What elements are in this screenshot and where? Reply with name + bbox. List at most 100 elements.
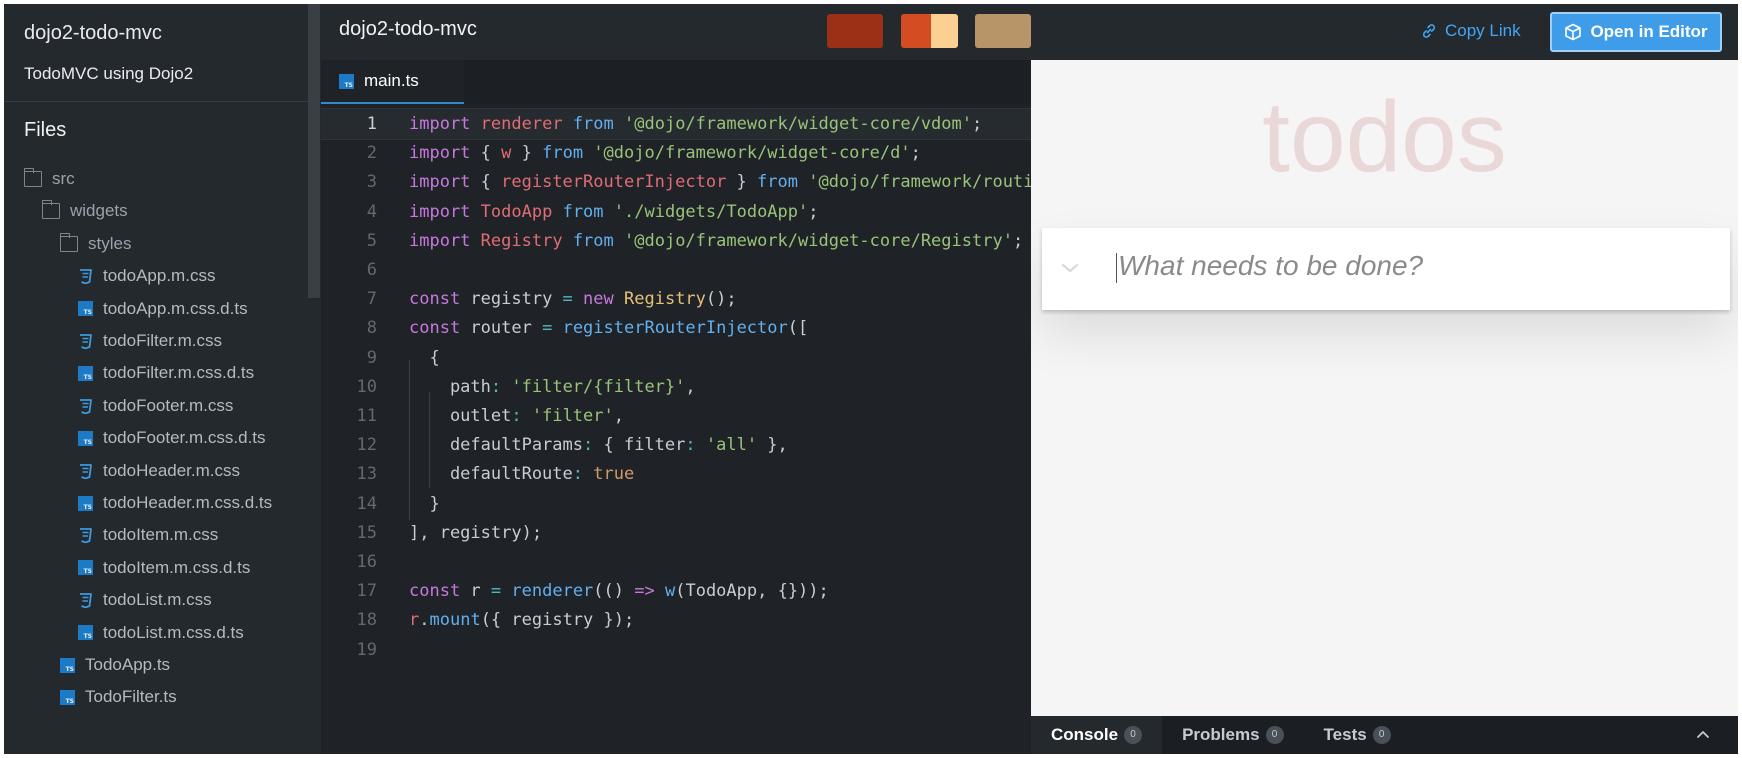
code-line[interactable]: 13 defaultRoute: true bbox=[321, 458, 1031, 490]
code-line[interactable]: 14 } bbox=[321, 488, 1031, 520]
tree-item-label: todoList.m.css.d.ts bbox=[103, 622, 244, 642]
open-in-editor-label: Open in Editor bbox=[1590, 22, 1708, 41]
code-line[interactable]: 15], registry); bbox=[321, 517, 1031, 549]
tab-tests-label: Tests bbox=[1323, 725, 1367, 744]
tree-item-label: todoFilter.m.css.d.ts bbox=[103, 363, 255, 383]
code-token: from bbox=[542, 143, 584, 164]
file-item[interactable]: todoApp.m.css.d.ts bbox=[78, 294, 248, 324]
code-line[interactable]: 18 r.mount({ registry }); bbox=[321, 604, 1031, 636]
code-area[interactable]: 1 import renderer from '@dojo/framework/w… bbox=[321, 104, 1031, 754]
code-line[interactable]: 5 import Registry from '@dojo/framework/w… bbox=[321, 225, 1031, 257]
theme-swatch[interactable] bbox=[931, 14, 958, 48]
open-in-editor-button[interactable]: Open in Editor bbox=[1550, 12, 1722, 52]
code-token: { bbox=[470, 172, 502, 193]
line-number: 12 bbox=[356, 435, 377, 456]
file-item[interactable]: todoList.m.css bbox=[78, 585, 212, 615]
tree-item-label: todoItem.m.css.d.ts bbox=[103, 557, 251, 577]
line-number: 4 bbox=[366, 201, 377, 222]
code-line[interactable]: 11 outlet: 'filter', bbox=[321, 400, 1031, 432]
code-line[interactable]: 10 path: 'filter/{filter}', bbox=[321, 371, 1031, 403]
tab-problems[interactable]: Problems 0 bbox=[1162, 716, 1303, 754]
folder-item[interactable]: styles bbox=[59, 229, 131, 259]
folder-icon bbox=[41, 200, 60, 220]
code-text: defaultParams: { filter: 'all' }, bbox=[409, 435, 788, 455]
code-token: } bbox=[726, 172, 758, 193]
code-text: outlet: 'filter', bbox=[409, 406, 624, 426]
toggle-all-chevron-icon[interactable] bbox=[1058, 256, 1082, 280]
code-token: true bbox=[593, 464, 635, 485]
file-item[interactable]: todoItem.m.css bbox=[78, 520, 218, 550]
code-token: { bbox=[409, 347, 440, 368]
code-token: from bbox=[572, 114, 614, 134]
typescript-file-icon bbox=[78, 625, 93, 641]
code-line[interactable]: 19 bbox=[321, 634, 1031, 666]
code-token: }, bbox=[757, 435, 788, 456]
code-line[interactable]: 4 import TodoApp from './widgets/TodoApp'… bbox=[321, 196, 1031, 228]
tab-console-label: Console bbox=[1051, 725, 1119, 744]
theme-swatch[interactable] bbox=[827, 14, 883, 48]
code-token: const bbox=[409, 581, 461, 602]
folder-item[interactable]: src bbox=[23, 164, 75, 194]
folder-item[interactable]: widgets bbox=[41, 196, 128, 226]
tree-item-label: TodoApp.ts bbox=[85, 655, 171, 674]
code-token: 'filter/{filter}' bbox=[511, 376, 686, 397]
code-token: new bbox=[583, 289, 614, 310]
line-number: 16 bbox=[356, 552, 377, 572]
tree-item-label: todoHeader.m.css.d.ts bbox=[103, 493, 273, 512]
top-toolbar: dojo2-todo-mvc Copy Link Open in Editor bbox=[321, 4, 1738, 60]
code-text: import Registry from '@dojo/framework/wi… bbox=[409, 231, 1023, 251]
file-item[interactable]: todoList.m.css.d.ts bbox=[78, 618, 244, 648]
new-todo-input[interactable]: What needs to be done? bbox=[1042, 228, 1730, 310]
tab-problems-label: Problems bbox=[1182, 725, 1260, 744]
folder-icon bbox=[23, 168, 42, 187]
code-line[interactable]: 16 bbox=[321, 546, 1031, 578]
file-item[interactable]: todoFilter.m.css.d.ts bbox=[78, 358, 254, 388]
code-line[interactable]: 17 const r = renderer(() => w(TodoApp, {}… bbox=[321, 575, 1031, 607]
code-line[interactable]: 3 import { registerRouterInjector } from … bbox=[321, 166, 1031, 198]
code-line[interactable]: 12 defaultParams: { filter: 'all' }, bbox=[321, 429, 1031, 461]
code-token: const bbox=[409, 289, 461, 310]
line-number: 9 bbox=[366, 347, 377, 368]
code-line[interactable]: 8 const router = registerRouterInjector([ bbox=[321, 312, 1031, 344]
code-token: renderer bbox=[511, 581, 594, 602]
tab-tests[interactable]: Tests 0 bbox=[1304, 716, 1411, 754]
sidebar-scrollbar[interactable] bbox=[308, 4, 320, 298]
copy-link-button[interactable]: Copy Link bbox=[1421, 18, 1521, 44]
file-item[interactable]: todoFooter.m.css bbox=[78, 391, 233, 421]
code-line[interactable]: 7 const registry = new Registry(); bbox=[321, 283, 1031, 315]
tree-item-label: todoFooter.m.css.d.ts bbox=[103, 428, 266, 448]
file-item[interactable]: TodoFilter.ts bbox=[60, 682, 177, 712]
code-token: Registry bbox=[480, 230, 563, 251]
code-line[interactable]: 6 bbox=[321, 254, 1031, 286]
typescript-file-icon bbox=[60, 657, 75, 673]
code-token: TodoApp bbox=[480, 201, 553, 222]
file-item[interactable]: todoFooter.m.css.d.ts bbox=[78, 423, 266, 453]
theme-swatch[interactable] bbox=[901, 14, 931, 48]
code-line[interactable]: 2 import { w } from '@dojo/framework/widg… bbox=[321, 137, 1031, 169]
file-item[interactable]: TodoApp.ts bbox=[60, 650, 170, 680]
chevron-up-icon[interactable] bbox=[1694, 726, 1712, 744]
code-token: = bbox=[562, 289, 573, 310]
code-token: , bbox=[685, 376, 696, 397]
app-frame: dojo2-todo-mvc TodoMVC using Dojo2 Files… bbox=[4, 4, 1738, 754]
file-item[interactable]: todoApp.m.css bbox=[78, 261, 215, 291]
tab-main-ts[interactable]: main.ts bbox=[321, 60, 464, 104]
code-token: { filter bbox=[593, 435, 686, 456]
file-item[interactable]: todoHeader.m.css bbox=[78, 456, 240, 486]
code-token: r bbox=[460, 581, 491, 602]
theme-swatch[interactable] bbox=[975, 14, 1031, 48]
todos-heading: todos bbox=[1262, 81, 1507, 193]
code-line[interactable]: 1 import renderer from '@dojo/framework/w… bbox=[321, 108, 1031, 140]
file-item[interactable]: todoHeader.m.css.d.ts bbox=[78, 488, 272, 518]
code-token: renderer bbox=[480, 114, 563, 134]
tab-console[interactable]: Console 0 bbox=[1031, 716, 1163, 754]
file-item[interactable]: todoFilter.m.css bbox=[78, 326, 222, 356]
code-line[interactable]: 9 { bbox=[321, 342, 1031, 374]
file-item[interactable]: todoItem.m.css.d.ts bbox=[78, 553, 250, 583]
